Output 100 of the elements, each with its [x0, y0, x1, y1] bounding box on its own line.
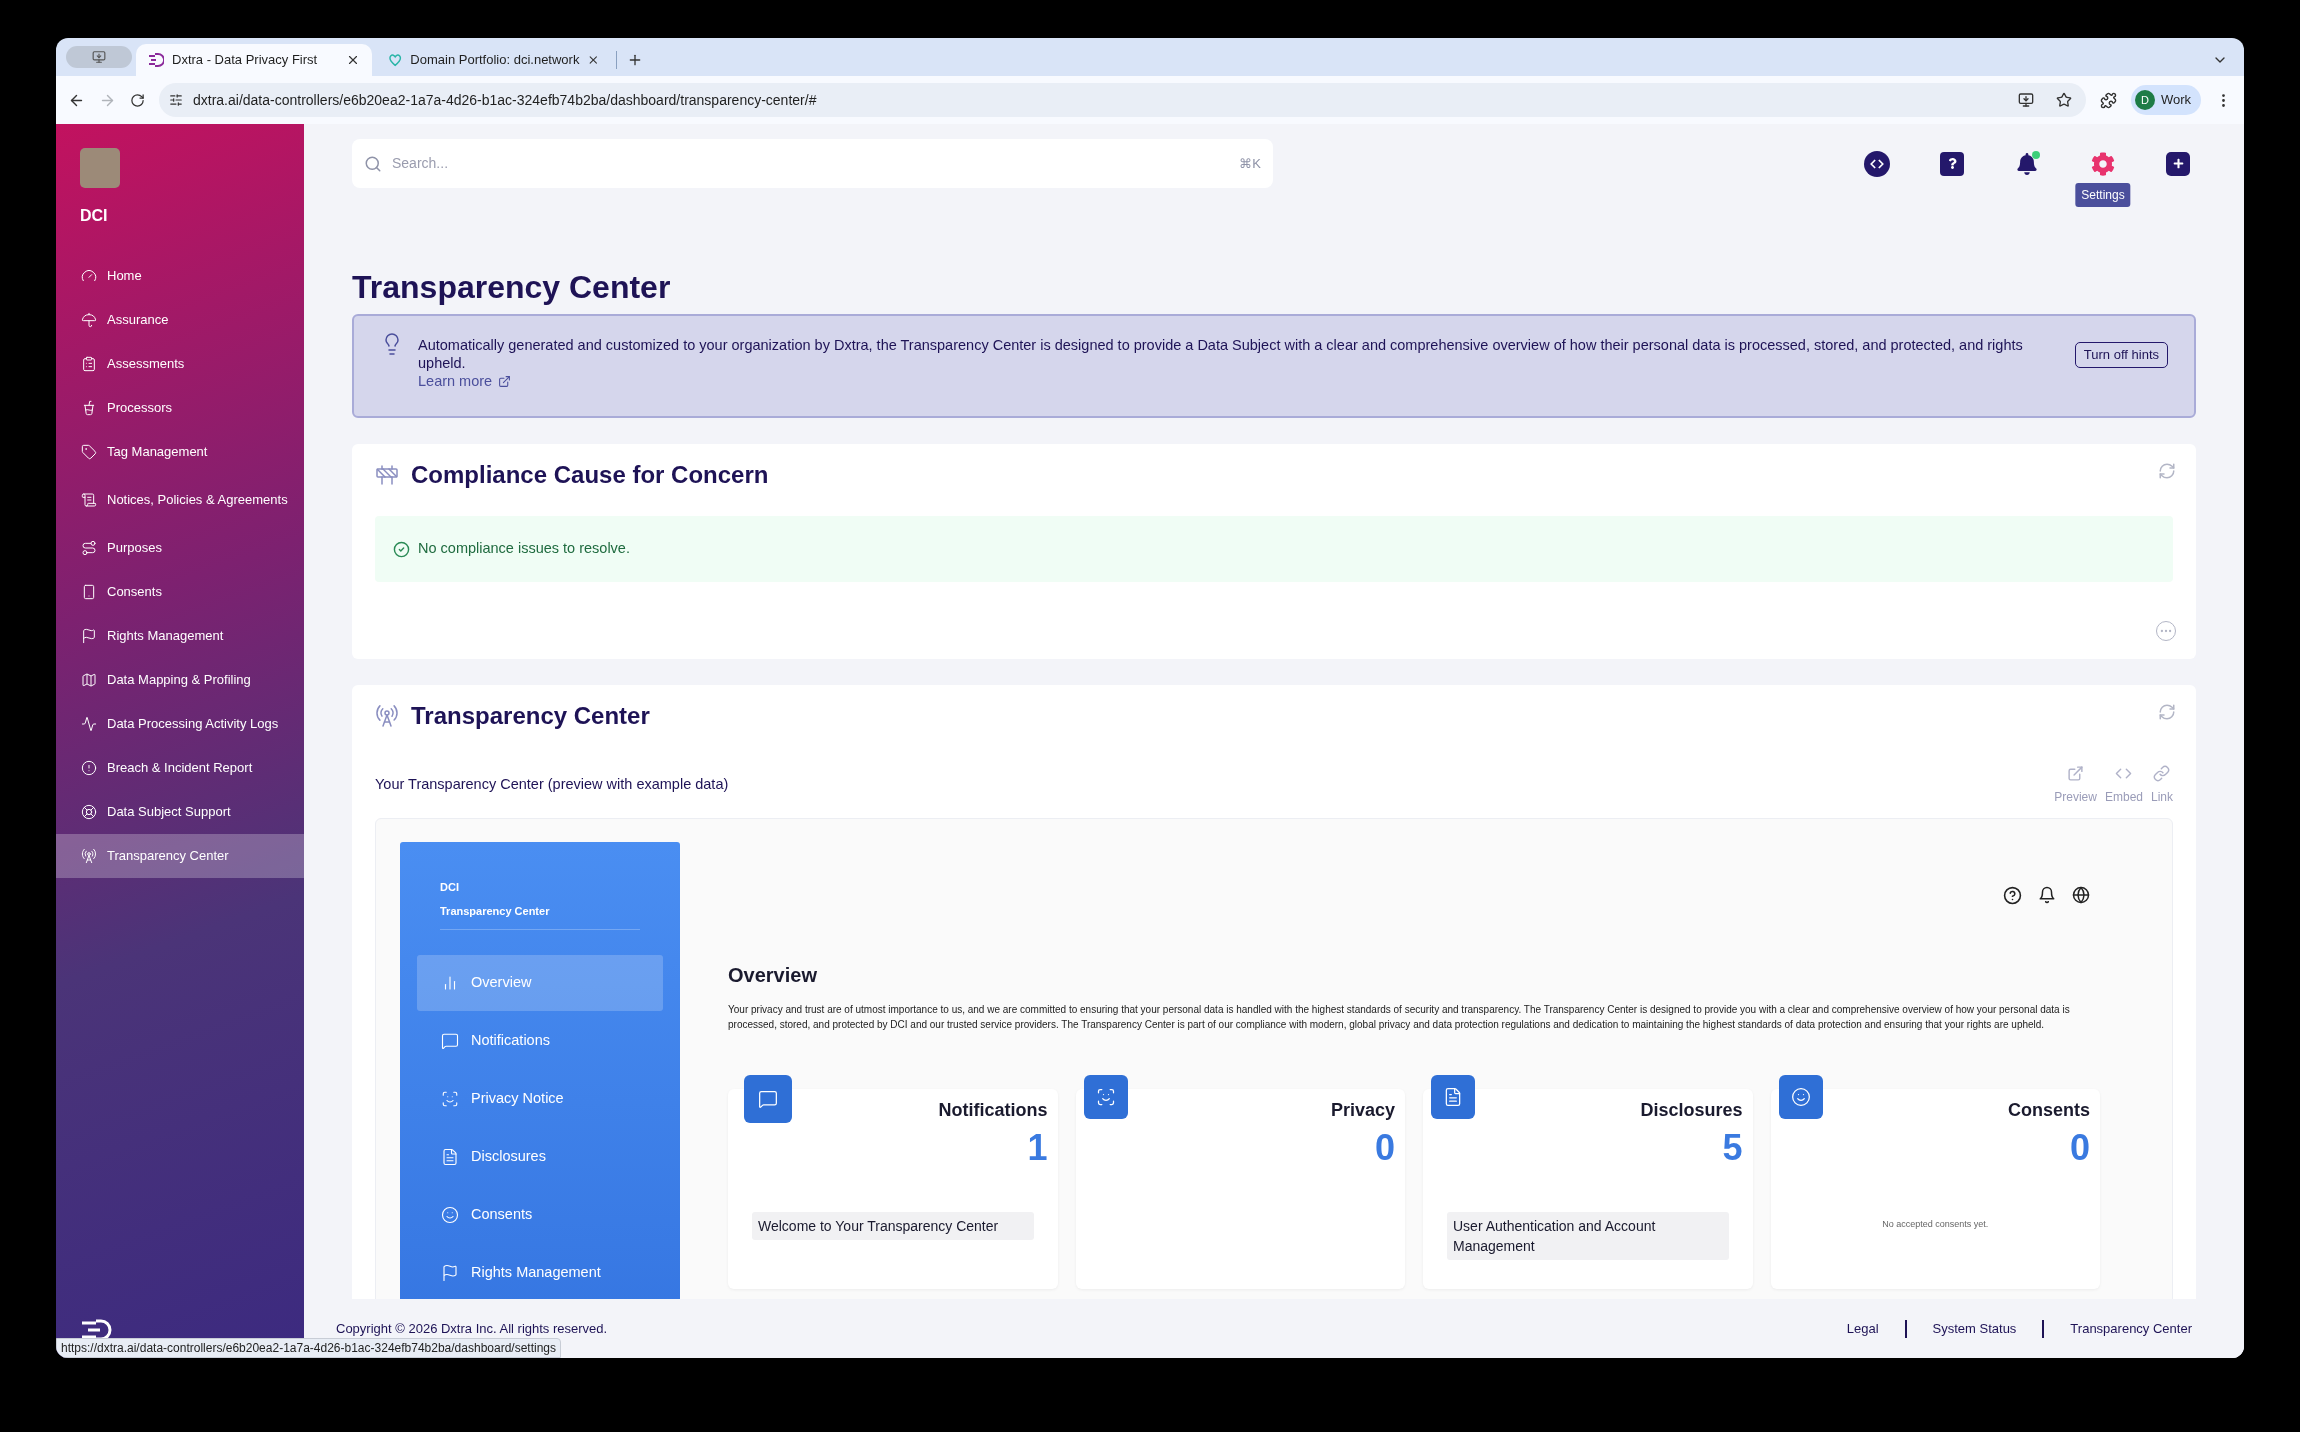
route-icon — [81, 540, 97, 556]
new-tab-icon[interactable] — [627, 52, 643, 68]
sidebar-item[interactable]: Purposes — [56, 526, 304, 570]
notifications-button[interactable] — [2014, 150, 2040, 177]
search-input[interactable]: Search... — [392, 153, 1230, 174]
sidebar-item[interactable]: Rights Management — [56, 614, 304, 658]
scan-face-icon — [1095, 1087, 1116, 1108]
tab-group-button[interactable] — [66, 46, 132, 68]
sidebar-item[interactable]: Assessments — [56, 342, 304, 386]
stat-count: 0 — [2068, 1128, 2090, 1169]
stat-title: Notifications — [937, 1099, 1048, 1122]
install-icon[interactable] — [2017, 92, 2034, 108]
scroll-icon — [81, 492, 97, 508]
smile-icon — [1790, 1087, 1811, 1108]
browser-tab[interactable]: Domain Portfolio: dci.network — [376, 44, 612, 76]
barrier-icon — [375, 463, 399, 487]
bell-icon[interactable] — [2038, 886, 2056, 904]
add-button[interactable] — [2166, 151, 2190, 176]
alert-icon — [81, 760, 97, 776]
profile-name: Work — [2160, 91, 2191, 110]
photo-placeholder — [80, 148, 120, 188]
sidebar-item[interactable]: Consents — [56, 570, 304, 614]
address-bar[interactable]: dxtra.ai/data-controllers/e6b20ea2-1a7a-4d26-b1ac-324efb74b2ba/dashboard/transparency-center/# — [159, 83, 2086, 117]
map-icon — [81, 672, 97, 688]
sidebar-item[interactable]: Data Processing Activity Logs — [56, 702, 304, 746]
preview-nav-item[interactable]: Consents — [417, 1187, 663, 1243]
tower-icon — [81, 848, 97, 864]
stat-item[interactable]: User Authentication and Account Management — [1447, 1212, 1729, 1261]
site-info-icon[interactable] — [169, 93, 183, 107]
preview-nav-item[interactable]: Disclosures — [417, 1129, 663, 1185]
page-title: Transparency Center — [352, 268, 672, 307]
flag-icon — [441, 1264, 459, 1282]
scan-face-icon — [441, 1090, 459, 1108]
stat-count: 5 — [1721, 1128, 1743, 1169]
preview-org: DCI — [440, 880, 460, 895]
card-title: Transparency Center — [411, 701, 650, 731]
tower-icon — [375, 704, 399, 728]
help-icon — [1946, 158, 1958, 169]
close-icon[interactable] — [346, 53, 360, 67]
smile-icon — [441, 1206, 459, 1224]
extensions-icon[interactable] — [2099, 91, 2117, 109]
footer-link[interactable]: System Status — [1932, 1318, 2017, 1339]
tab-title: Dxtra - Data Privacy First — [172, 51, 319, 70]
footer-link[interactable]: Transparency Center — [2070, 1318, 2192, 1339]
close-icon[interactable] — [587, 53, 600, 67]
globe-icon[interactable] — [2072, 886, 2090, 904]
document-icon — [441, 1148, 459, 1166]
lifebuoy-icon — [81, 804, 97, 820]
sidebar-item[interactable]: Data Subject Support — [56, 790, 304, 834]
status-url-bubble: https://dxtra.ai/data-controllers/e6b20ea2-1a7a-4d26-b1ac-324efb74b2ba/dashboard/settings — [56, 1338, 561, 1358]
sidebar-item[interactable]: Assurance — [56, 298, 304, 342]
help-icon[interactable] — [2003, 885, 2022, 905]
stat-title: Disclosures — [1639, 1099, 1743, 1122]
flag-icon — [81, 628, 97, 644]
clipboard-icon — [81, 356, 97, 372]
stat-item[interactable]: Welcome to Your Transparency Center — [752, 1212, 1034, 1241]
sidebar-item[interactable]: Tag Management — [56, 430, 304, 474]
stat-title: Privacy — [1329, 1099, 1395, 1122]
sidebar-item[interactable]: Home — [56, 254, 304, 298]
stat-title: Consents — [2007, 1099, 2090, 1122]
help-button[interactable] — [1940, 151, 1964, 176]
copyright-text: Copyright © 2026 Dxtra Inc. All rights reserved. — [336, 1319, 609, 1338]
preview-nav-item[interactable]: Rights Management — [417, 1245, 663, 1299]
sidebar-item[interactable]: Processors — [56, 386, 304, 430]
org-name: DCI — [80, 206, 109, 226]
sidebar-item[interactable]: Transparency Center — [56, 834, 304, 878]
bookmark-icon[interactable] — [2055, 92, 2072, 108]
tag-icon — [81, 444, 97, 460]
search-icon — [364, 154, 382, 173]
reload-icon[interactable] — [130, 92, 145, 108]
stat-count: 0 — [1373, 1128, 1395, 1169]
footer-link[interactable]: Legal — [1846, 1318, 1879, 1339]
browser-tab[interactable]: Dxtra - Data Privacy First — [136, 44, 372, 76]
preview-heading: Overview — [728, 963, 818, 988]
gauge-icon — [81, 268, 97, 284]
heart-icon — [388, 52, 403, 68]
plus-icon — [2172, 158, 2184, 169]
logo-icon — [148, 53, 164, 67]
tab-title: Domain Portfolio: dci.network — [410, 51, 580, 70]
empty-message: No accepted consents yet. — [1881, 1218, 1990, 1232]
external-link-icon — [498, 374, 512, 388]
rounded-rect-icon — [81, 584, 97, 600]
profile-button[interactable]: D Work — [2130, 85, 2201, 115]
card-title: Compliance Cause for Concern — [411, 460, 769, 490]
sidebar-item[interactable]: Breach & Incident Report — [56, 746, 304, 790]
learn-more-link[interactable]: Learn more — [418, 372, 512, 390]
message-icon — [441, 1032, 459, 1050]
preview-nav-item[interactable]: Notifications — [417, 1013, 663, 1069]
success-message: No compliance issues to resolve. — [375, 516, 2173, 582]
hint-text: Automatically generated and customized to your organization by Dxtra, the Transparency Center is designed to provide a Data Subject with a clear and comprehensive overview of how their personal data is processed, stored, and protected, and rights upheld. — [418, 336, 2024, 372]
sidebar-item[interactable]: Data Mapping & Profiling — [56, 658, 304, 702]
shortcut-hint: ⌘K — [1239, 154, 1261, 173]
settings-button[interactable] — [2090, 150, 2116, 177]
external-link-icon — [2067, 764, 2085, 782]
turn-off-hints-button[interactable]: Turn off hints — [2074, 342, 2168, 368]
profile-avatar: D — [2134, 90, 2155, 110]
preview-nav-item[interactable]: Privacy Notice — [417, 1071, 663, 1127]
code-button[interactable] — [1864, 150, 1890, 177]
activity-icon — [81, 716, 97, 732]
sidebar-item[interactable]: Notices, Policies & Agreements — [56, 474, 304, 526]
